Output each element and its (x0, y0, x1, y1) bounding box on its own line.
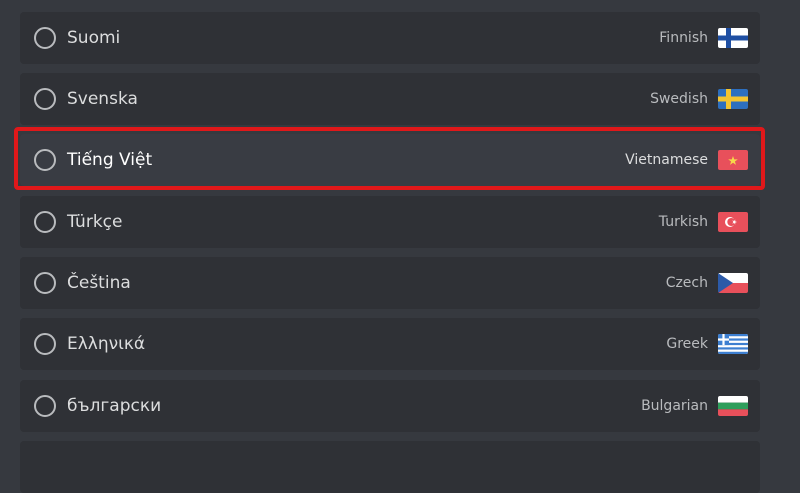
language-native-name: Čeština (67, 273, 131, 293)
bulgaria-flag-icon (718, 396, 748, 416)
language-native-name: Tiếng Việt (67, 150, 153, 170)
sweden-flag-icon (718, 89, 748, 109)
language-english-name: Turkish (658, 214, 708, 230)
czech-flag-icon (718, 273, 748, 293)
language-option-greek[interactable]: Ελληνικά Greek (20, 318, 760, 370)
greece-flag-icon (718, 334, 748, 354)
language-native-name: Türkçe (67, 212, 123, 232)
radio-button[interactable] (34, 149, 56, 171)
language-native-name: Svenska (67, 89, 138, 109)
language-native-name: Ελληνικά (67, 334, 146, 354)
language-english-name: Greek (666, 336, 708, 352)
radio-button[interactable] (34, 211, 56, 233)
radio-button[interactable] (34, 27, 56, 49)
language-english-name: Bulgarian (641, 398, 708, 414)
language-option-partial[interactable] (20, 441, 760, 493)
language-option-vietnamese[interactable]: Tiếng Việt Vietnamese (20, 134, 760, 186)
language-english-name: Finnish (659, 30, 708, 46)
language-native-name: Suomi (67, 28, 121, 48)
language-option-czech[interactable]: Čeština Czech (20, 257, 760, 309)
radio-button[interactable] (34, 395, 56, 417)
language-english-name: Swedish (650, 91, 708, 107)
radio-button[interactable] (34, 88, 56, 110)
radio-button[interactable] (34, 333, 56, 355)
language-option-swedish[interactable]: Svenska Swedish (20, 73, 760, 125)
turkey-flag-icon (718, 212, 748, 232)
language-native-name: български (67, 396, 162, 416)
vietnam-flag-icon (718, 150, 748, 170)
language-option-turkish[interactable]: Türkçe Turkish (20, 196, 760, 248)
language-english-name: Czech (665, 275, 708, 291)
radio-button[interactable] (34, 272, 56, 294)
language-english-name: Vietnamese (625, 152, 708, 168)
language-option-finnish[interactable]: Suomi Finnish (20, 12, 760, 64)
finland-flag-icon (718, 28, 748, 48)
language-option-bulgarian[interactable]: български Bulgarian (20, 380, 760, 432)
